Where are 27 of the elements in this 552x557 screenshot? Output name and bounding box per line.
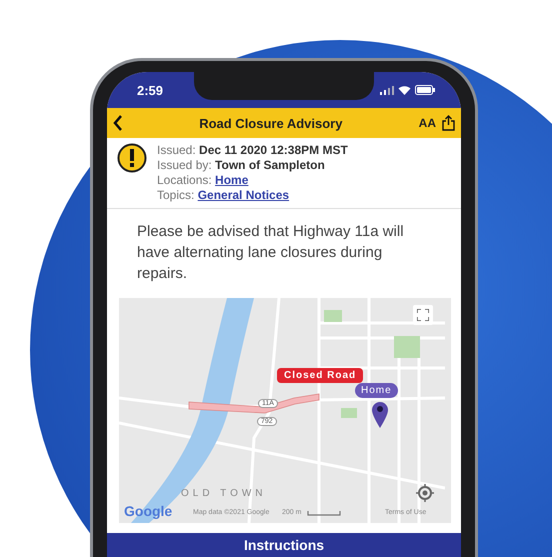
back-icon[interactable] [113,115,123,131]
info-line: Issued: Dec 11 2020 12:38PM MST [157,143,348,158]
wifi-icon [398,85,411,95]
map-pin-icon[interactable] [371,401,389,429]
closed-road-label: Closed Road [277,368,364,383]
info-line: Topics: General Notices [157,188,290,203]
info-value: Town of Sampleton [215,158,325,172]
area-label: OLD TOWN [181,488,267,499]
section-header: Instructions [107,533,461,557]
info-line: Issued by: Town of Sampleton [157,158,326,173]
map-logo: Google [124,503,172,519]
share-icon[interactable] [442,115,455,131]
advisory-message: Please be advised that Highway 11a will have alternating lane closures during repairs. [137,222,405,284]
location-label: Home [355,383,398,398]
warning-icon [117,143,147,173]
battery-icon [415,85,435,95]
text-size-button[interactable]: AA [418,116,436,130]
page-title: Road Closure Advisory [198,116,344,130]
info-value: Dec 11 2020 12:38PM MST [199,143,348,157]
info-link[interactable]: General Notices [198,188,290,202]
status-time: 2:59 [137,82,164,98]
info-line: Locations: Home [157,173,250,188]
locate-icon[interactable] [416,484,434,502]
fullscreen-button[interactable] [413,305,433,325]
info-link[interactable]: Home [215,173,248,187]
scale-bar-icon [307,511,341,516]
signal-icon [380,86,394,94]
